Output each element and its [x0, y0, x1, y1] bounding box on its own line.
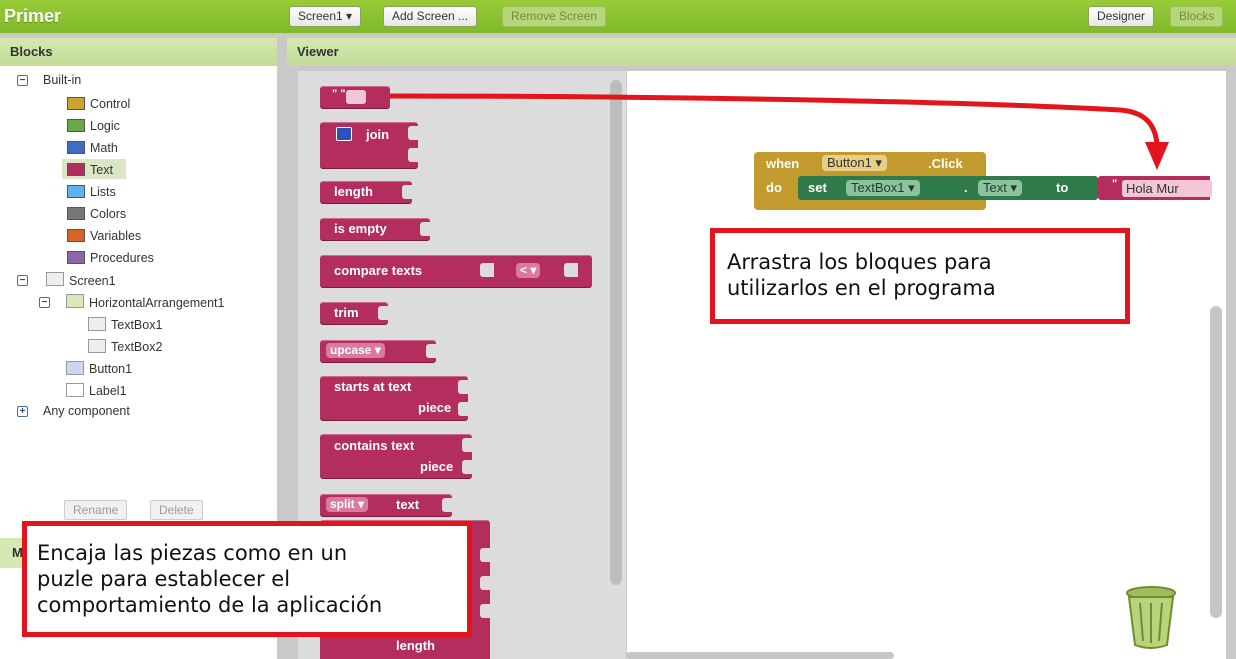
- screen-icon: [46, 272, 64, 286]
- tree-builtin[interactable]: Built-in: [43, 73, 81, 87]
- puzzle-callout: Encaja las piezas como en un puzle para …: [22, 521, 472, 637]
- text-swatch-icon: [67, 163, 85, 176]
- trim-socket: [378, 306, 388, 320]
- upcase-block[interactable]: upcase ▾: [320, 340, 436, 362]
- contains-socket-2: [462, 460, 472, 474]
- split-dropdown[interactable]: split ▾: [326, 497, 369, 512]
- is-empty-socket: [420, 222, 430, 236]
- hidden-socket-3: [480, 604, 490, 618]
- tree-screen1[interactable]: Screen1: [69, 274, 116, 288]
- is-empty-label: is empty: [334, 221, 387, 236]
- add-screen-button[interactable]: Add Screen ...: [383, 6, 478, 27]
- callout-right-line-1: Arrastra los bloques para: [727, 250, 992, 274]
- tree-item-lists[interactable]: Lists: [90, 185, 116, 199]
- delete-button[interactable]: Delete: [150, 500, 203, 520]
- tree-button1[interactable]: Button1: [89, 362, 132, 376]
- tree-item-text[interactable]: Text: [90, 163, 113, 177]
- tree-horizontal-arrangement[interactable]: HorizontalArrangement1: [89, 296, 225, 310]
- tree-any-component[interactable]: Any component: [43, 404, 130, 418]
- drag-blocks-callout: Arrastra los bloques para utilizarlos en…: [710, 228, 1130, 324]
- tree-item-colors[interactable]: Colors: [90, 207, 126, 221]
- upcase-socket: [426, 344, 436, 358]
- length-socket: [402, 185, 412, 199]
- tree-item-logic[interactable]: Logic: [90, 119, 120, 133]
- compare-socket-1: [480, 263, 494, 277]
- starts-at-piece-label: piece: [418, 400, 452, 415]
- remove-screen-button[interactable]: Remove Screen: [502, 6, 607, 27]
- tree-textbox2[interactable]: TextBox2: [111, 340, 162, 354]
- trash-icon[interactable]: [1120, 585, 1188, 651]
- procedures-swatch-icon: [67, 251, 85, 264]
- gear-icon[interactable]: [336, 127, 352, 141]
- compare-texts-label: compare texts: [334, 263, 423, 278]
- workspace-horizontal-scrollbar[interactable]: [626, 652, 894, 659]
- blocks-button[interactable]: Blocks: [1170, 6, 1224, 27]
- hidden-socket-1: [480, 548, 490, 562]
- callout-left-line-3: comportamiento de la aplicación: [37, 593, 383, 617]
- lists-swatch-icon: [67, 185, 85, 198]
- compare-socket-2: [564, 263, 578, 277]
- text-literal-label: " ": [332, 88, 346, 100]
- top-bar: Primer Screen1 ▾ Add Screen ... Remove S…: [0, 0, 1236, 33]
- starts-at-socket-2: [458, 402, 468, 416]
- length-block[interactable]: length: [320, 181, 412, 203]
- variables-swatch-icon: [67, 229, 85, 242]
- compare-operator-dropdown[interactable]: < ▾: [516, 263, 541, 278]
- viewer-header: Viewer: [287, 38, 1236, 66]
- text-literal-slot: [346, 90, 366, 104]
- split-socket: [442, 498, 452, 512]
- designer-button[interactable]: Designer: [1088, 6, 1155, 27]
- app-title: Primer: [4, 6, 62, 26]
- upcase-dropdown[interactable]: upcase ▾: [326, 343, 385, 358]
- expand-any-component-icon[interactable]: +: [17, 406, 28, 417]
- compare-texts-block[interactable]: compare texts < ▾: [320, 255, 592, 287]
- starts-at-label: starts at text: [334, 379, 412, 394]
- textbox-icon: [88, 317, 106, 331]
- button-component-icon: [66, 361, 84, 375]
- collapse-screen-icon[interactable]: −: [17, 275, 28, 286]
- label-component-icon: [66, 383, 84, 397]
- tree-item-math[interactable]: Math: [90, 141, 118, 155]
- tree-textbox1[interactable]: TextBox1: [111, 318, 162, 332]
- contains-piece-label: piece: [420, 459, 454, 474]
- tree-item-procedures[interactable]: Procedures: [90, 251, 154, 265]
- callout-right-line-2: utilizarlos en el programa: [727, 276, 996, 300]
- is-empty-block[interactable]: is empty: [320, 218, 430, 240]
- colors-swatch-icon: [67, 207, 85, 220]
- screen-select-button[interactable]: Screen1 ▾: [289, 6, 362, 27]
- split-text-label: text: [396, 497, 420, 512]
- collapse-arrangement-icon[interactable]: −: [39, 297, 50, 308]
- split-block[interactable]: split ▾ text: [320, 494, 452, 516]
- logic-swatch-icon: [67, 119, 85, 132]
- callout-left-line-2: puzle para establecer el: [37, 567, 291, 591]
- workspace-vertical-scrollbar[interactable]: [1210, 306, 1222, 618]
- hidden-socket-2: [480, 576, 490, 590]
- starts-at-socket-1: [458, 380, 468, 394]
- starts-at-block[interactable]: starts at text piece: [320, 376, 468, 420]
- rename-button[interactable]: Rename: [64, 500, 128, 520]
- textbox-icon: [88, 339, 106, 353]
- trim-label: trim: [334, 305, 359, 320]
- length-label: length: [334, 184, 373, 199]
- contains-label: contains text: [334, 438, 415, 453]
- collapse-builtin-icon[interactable]: −: [17, 75, 28, 86]
- length-bottom-label: length: [396, 638, 435, 653]
- contains-text-block[interactable]: contains text piece: [320, 434, 472, 478]
- contains-socket-1: [462, 438, 472, 452]
- callout-left-line-1: Encaja las piezas como en un: [37, 541, 348, 565]
- blocks-panel-header: Blocks: [0, 38, 277, 66]
- tree-item-control[interactable]: Control: [90, 97, 130, 111]
- tree-label1[interactable]: Label1: [89, 384, 127, 398]
- math-swatch-icon: [67, 141, 85, 154]
- tree-item-variables[interactable]: Variables: [90, 229, 141, 243]
- trim-block[interactable]: trim: [320, 302, 388, 324]
- control-swatch-icon: [67, 97, 85, 110]
- horizontal-arrangement-icon: [66, 294, 84, 308]
- red-arrow: [389, 93, 1169, 170]
